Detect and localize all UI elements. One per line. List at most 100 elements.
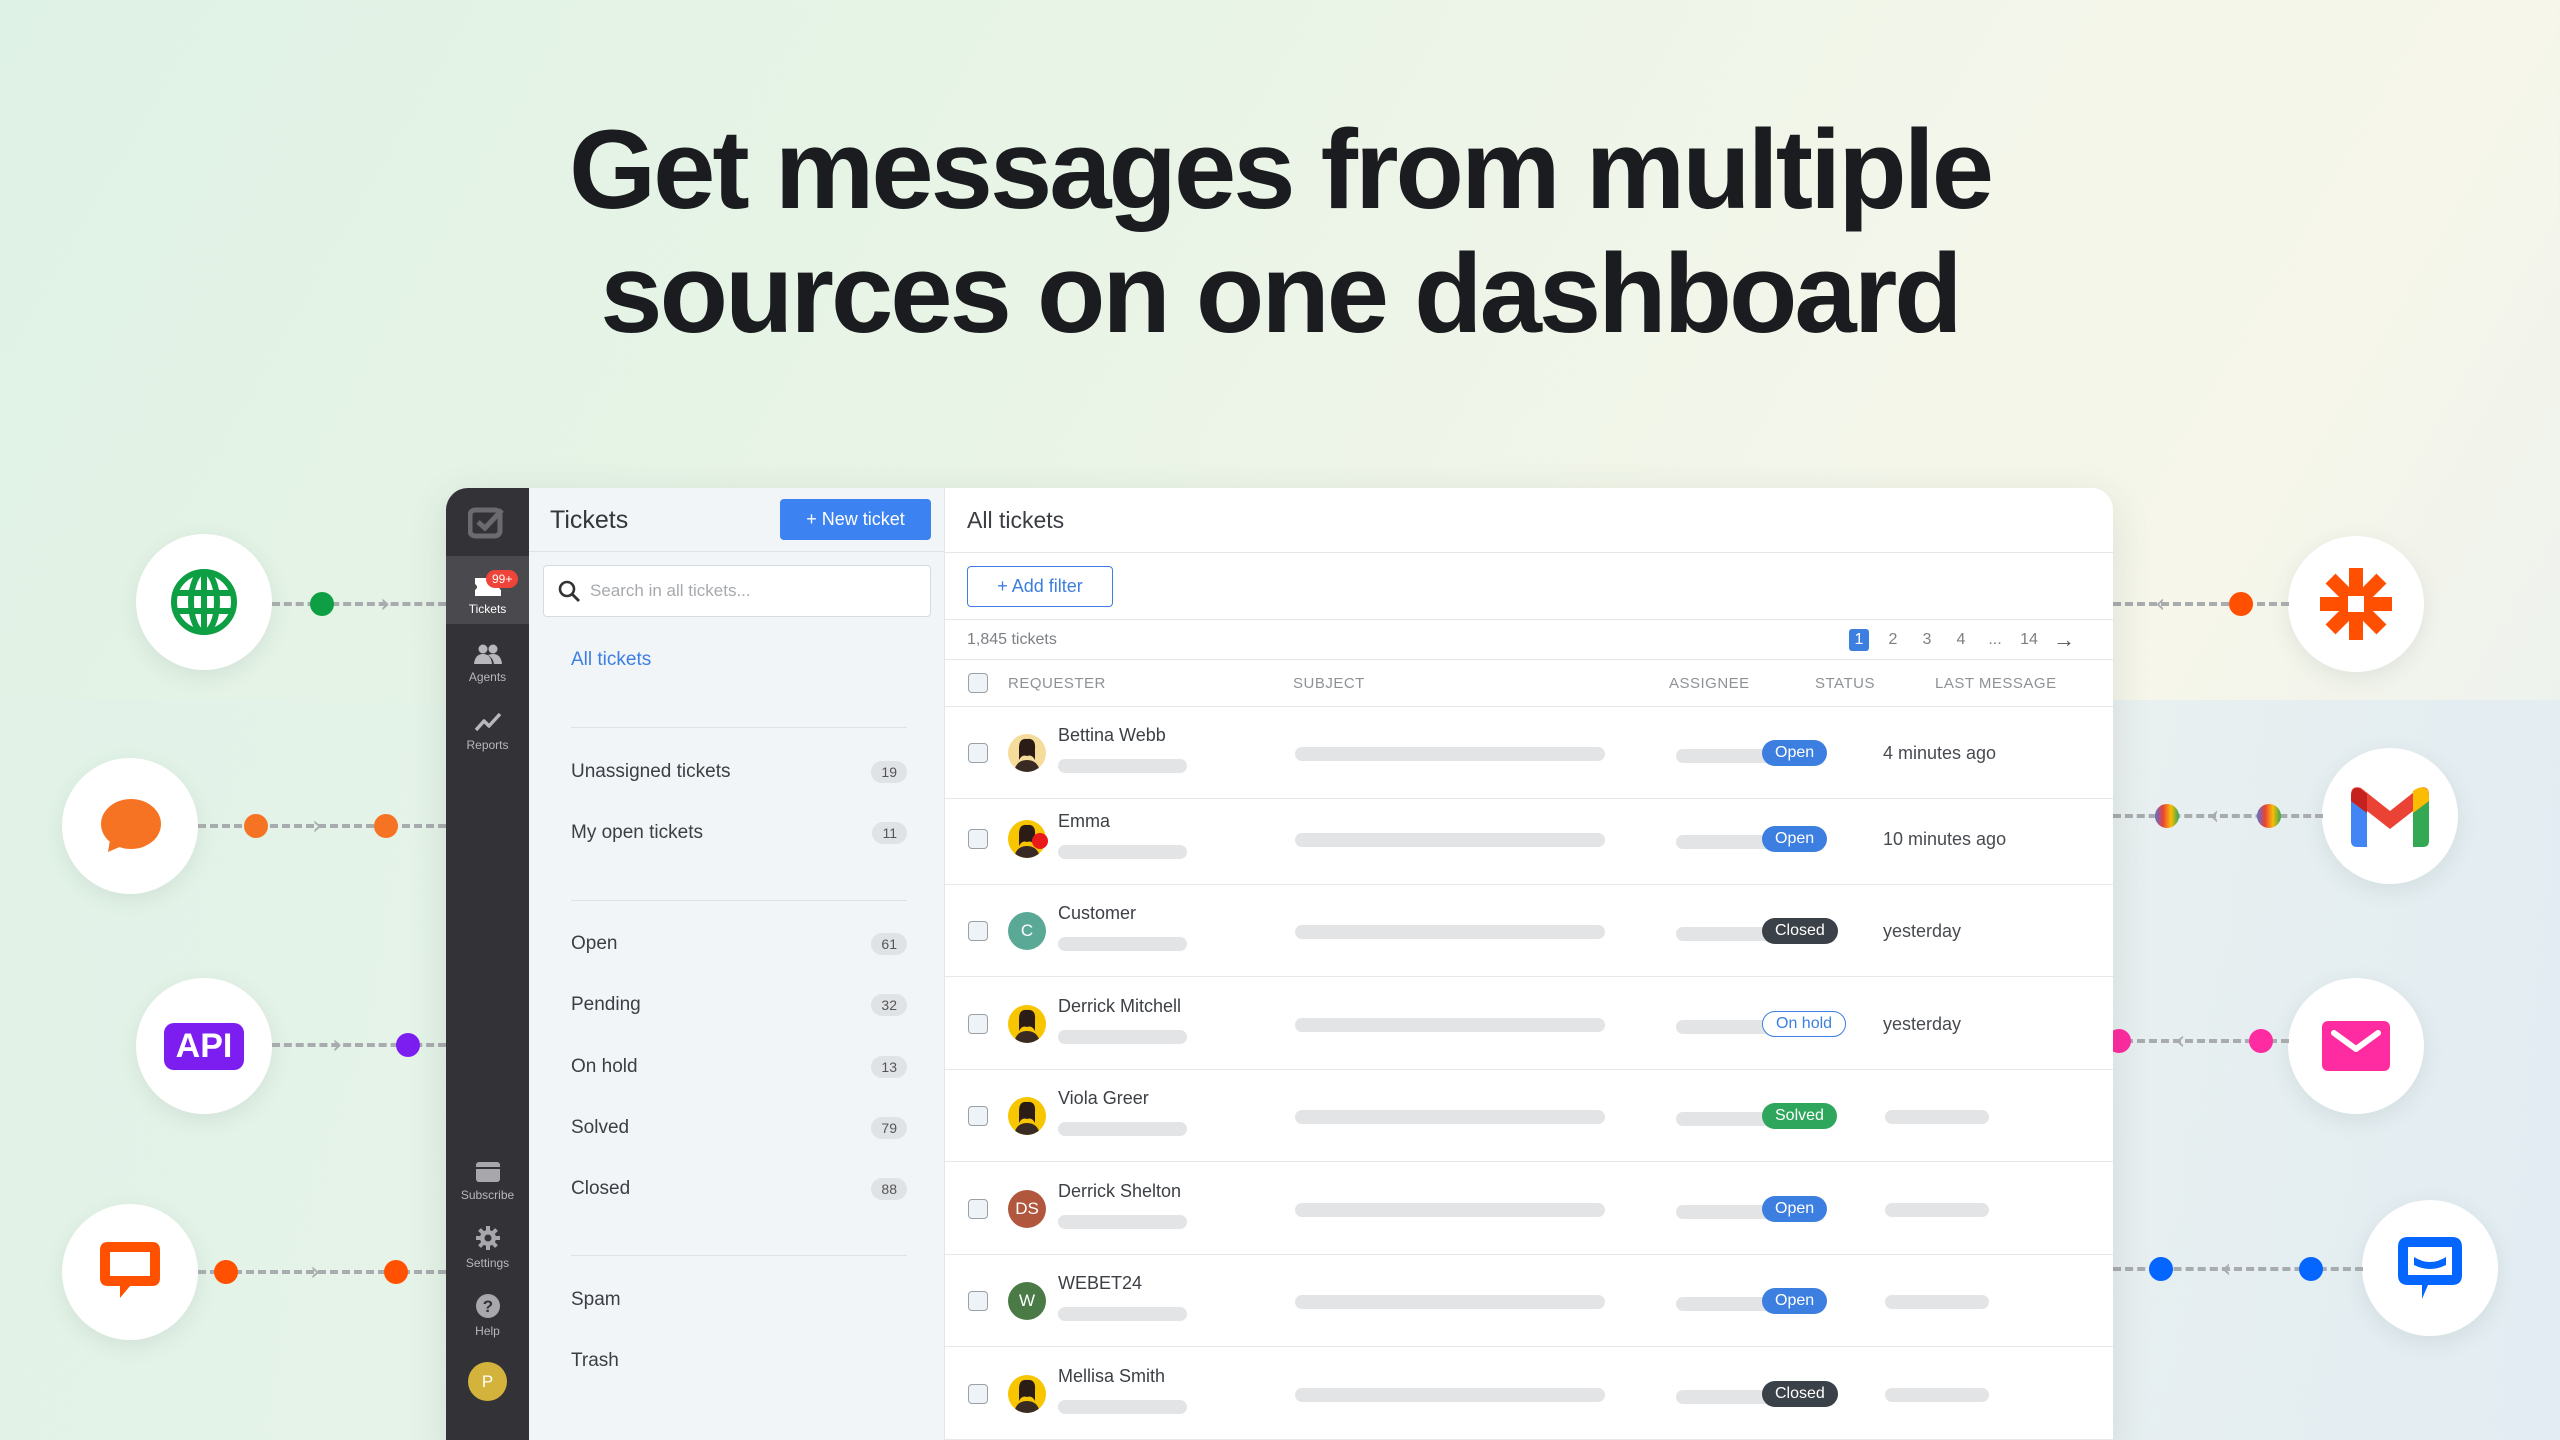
requester-name[interactable]: Emma: [1058, 811, 1110, 832]
table-row[interactable]: DS Derrick Shelton Open: [945, 1163, 2113, 1255]
sidebar-item-label: Reports: [466, 738, 509, 752]
sidebar-item-agents[interactable]: Agents: [446, 624, 529, 692]
sidebar-item-label: Subscribe: [460, 1188, 515, 1202]
requester-email-placeholder: [1058, 845, 1187, 859]
search-box[interactable]: [543, 565, 931, 617]
last-message: yesterday: [1883, 921, 1962, 941]
zapier-icon: [2320, 568, 2392, 640]
view-pending[interactable]: Pending 32: [571, 990, 907, 1020]
view-open[interactable]: Open 61: [571, 929, 907, 959]
page-ellipsis: ...: [1988, 631, 2002, 648]
sidebar-item-subscribe[interactable]: Subscribe: [446, 1142, 529, 1210]
flow-dot: [2257, 804, 2281, 828]
table-row[interactable]: Mellisa Smith Closed: [945, 1348, 2113, 1440]
column-status[interactable]: STATUS: [1815, 675, 1875, 692]
arrow-left-icon: ‹: [2175, 1026, 2186, 1056]
sidebar-item-help[interactable]: ? Help: [446, 1278, 529, 1346]
table-row[interactable]: Derrick Mitchell On hold yesterday: [945, 978, 2113, 1070]
sidebar-item-tickets[interactable]: 99+ Tickets: [446, 556, 529, 624]
requester-name[interactable]: Bettina Webb: [1058, 725, 1166, 746]
connector-livechat: ›: [198, 1259, 446, 1285]
next-page-arrow-icon[interactable]: →: [2053, 627, 2075, 653]
view-count: 13: [871, 1056, 907, 1078]
status-badge: Open: [1762, 740, 1828, 766]
page-2[interactable]: 2: [1883, 631, 1903, 649]
svg-text:?: ?: [482, 1297, 492, 1316]
column-subject[interactable]: SUBJECT: [1293, 675, 1365, 692]
divider: [571, 900, 907, 901]
headline-line-1: Get messages from multiple: [568, 107, 1994, 232]
row-checkbox[interactable]: [968, 1384, 988, 1404]
search-input[interactable]: [590, 581, 910, 601]
tickets-main: All tickets + Add filter 1,845 tickets 1…: [945, 488, 2113, 1440]
column-assignee[interactable]: ASSIGNEE: [1669, 675, 1750, 692]
table-row[interactable]: Viola Greer Solved: [945, 1070, 2113, 1162]
divider: [571, 1255, 907, 1256]
column-requester[interactable]: REQUESTER: [1008, 675, 1106, 692]
view-all-tickets[interactable]: All tickets: [571, 645, 907, 675]
flow-dot: [384, 1260, 408, 1284]
chatbot-icon: [2398, 1237, 2462, 1299]
sidebar-item-label: Settings: [465, 1256, 510, 1270]
row-checkbox[interactable]: [968, 1106, 988, 1126]
arrow-right-icon: ›: [312, 811, 323, 841]
view-solved[interactable]: Solved 79: [571, 1113, 907, 1143]
requester-name[interactable]: Mellisa Smith: [1058, 1366, 1165, 1387]
sidebar-item-settings[interactable]: Settings: [446, 1210, 529, 1278]
table-row[interactable]: C Customer Closed yesterday: [945, 885, 2113, 977]
arrow-left-icon: ‹: [2155, 589, 2166, 619]
avatar-photo-icon: [1014, 738, 1040, 772]
sidebar-item-reports[interactable]: Reports: [446, 692, 529, 760]
avatar-initials: DS: [1015, 1199, 1039, 1218]
row-checkbox[interactable]: [968, 1291, 988, 1311]
source-gmail: [2322, 748, 2458, 884]
view-spam[interactable]: Spam: [571, 1285, 907, 1315]
add-filter-button[interactable]: + Add filter: [967, 566, 1113, 607]
select-all-checkbox[interactable]: [968, 673, 988, 693]
requester-email-placeholder: [1058, 1122, 1187, 1136]
view-count: 19: [871, 761, 907, 783]
row-checkbox[interactable]: [968, 1014, 988, 1034]
view-trash[interactable]: Trash: [571, 1346, 907, 1376]
page-14[interactable]: 14: [2019, 631, 2039, 649]
table-row[interactable]: Emma Open 10 minutes ago: [945, 793, 2113, 885]
flow-dot: [396, 1033, 420, 1057]
requester-name[interactable]: Derrick Mitchell: [1058, 996, 1181, 1017]
requester-name[interactable]: Viola Greer: [1058, 1088, 1149, 1109]
requester-name[interactable]: Customer: [1058, 903, 1136, 924]
page-3[interactable]: 3: [1917, 631, 1937, 649]
page-1[interactable]: 1: [1849, 629, 1869, 651]
row-checkbox[interactable]: [968, 921, 988, 941]
view-closed[interactable]: Closed 88: [571, 1174, 907, 1204]
avatar-photo-icon: [1014, 1379, 1040, 1413]
requester-name[interactable]: Derrick Shelton: [1058, 1181, 1181, 1202]
subject-placeholder: [1295, 1018, 1605, 1032]
view-count: 88: [871, 1178, 907, 1200]
row-checkbox[interactable]: [968, 829, 988, 849]
requester-email-placeholder: [1058, 1215, 1187, 1229]
column-last-message[interactable]: LAST MESSAGE: [1935, 675, 2057, 692]
view-my-open[interactable]: My open tickets 11: [571, 818, 907, 848]
table-row[interactable]: W WEBET24 Open: [945, 1255, 2113, 1347]
row-checkbox[interactable]: [968, 1199, 988, 1219]
page-title: All tickets: [967, 507, 1065, 533]
flow-dot: [2249, 1029, 2273, 1053]
row-checkbox[interactable]: [968, 743, 988, 763]
view-label: Solved: [571, 1117, 630, 1138]
page-4[interactable]: 4: [1951, 631, 1971, 649]
table-row[interactable]: Bettina Webb Open 4 minutes ago: [945, 707, 2113, 799]
requester-email-placeholder: [1058, 937, 1187, 951]
ticket-count: 1,845 tickets: [967, 631, 1057, 648]
user-avatar[interactable]: P: [468, 1362, 507, 1401]
requester-name[interactable]: WEBET24: [1058, 1273, 1142, 1294]
view-label: Spam: [571, 1289, 621, 1310]
view-count: 79: [871, 1117, 907, 1139]
avatar: W: [1008, 1282, 1046, 1320]
search-icon: [558, 580, 580, 602]
source-zapier: [2288, 536, 2424, 672]
view-on-hold[interactable]: On hold 13: [571, 1052, 907, 1082]
new-ticket-button[interactable]: + New ticket: [780, 499, 931, 540]
view-unassigned[interactable]: Unassigned tickets 19: [571, 757, 907, 787]
gmail-icon: [2351, 787, 2429, 847]
status-badge: Closed: [1762, 918, 1838, 944]
